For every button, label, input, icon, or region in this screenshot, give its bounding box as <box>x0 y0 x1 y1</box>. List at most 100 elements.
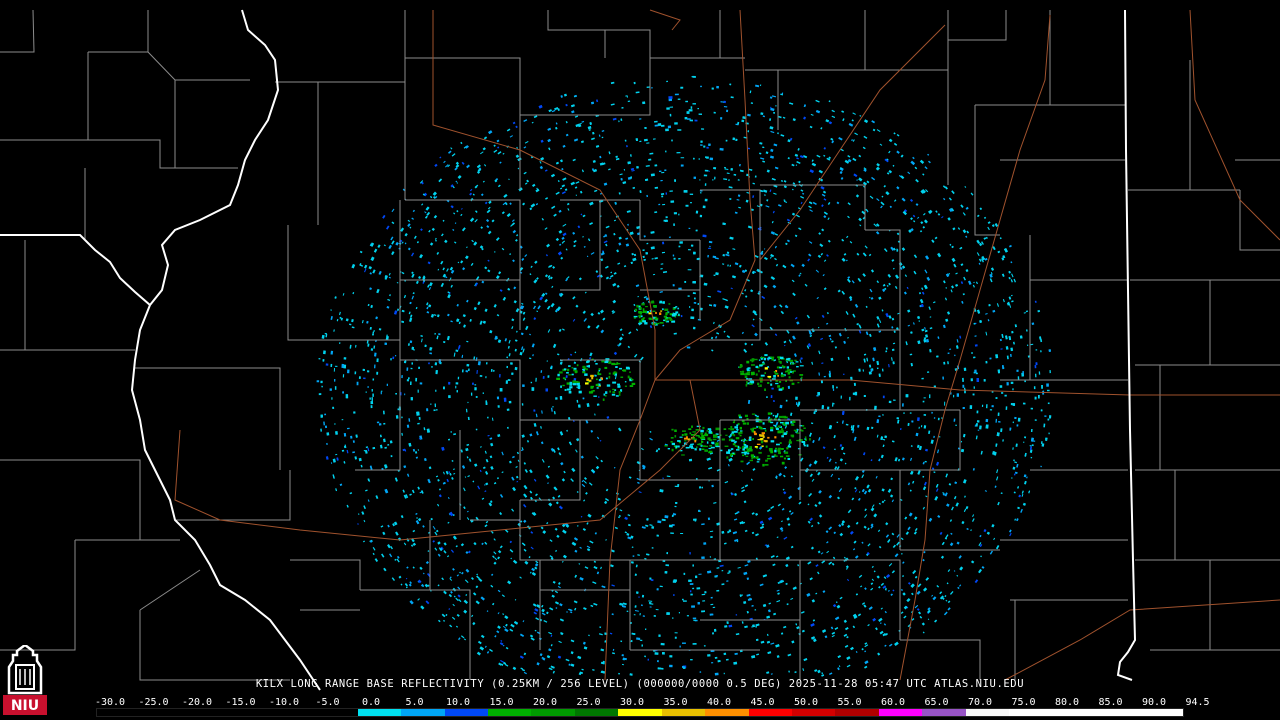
echo-pixel <box>510 362 513 365</box>
echo-pixel-strong <box>659 312 662 315</box>
echo-pixel <box>989 357 992 360</box>
echo-pixel-strong <box>742 448 745 451</box>
echo-pixel <box>690 106 693 109</box>
echo-pixel <box>833 403 835 405</box>
echo-pixel <box>692 643 697 645</box>
echo-pixel <box>380 391 382 395</box>
echo-pixel-strong <box>789 359 794 363</box>
echo-pixel <box>701 610 705 613</box>
echo-pixel-strong <box>747 367 751 369</box>
echo-pixel <box>693 251 696 255</box>
echo-pixel-strong <box>598 368 601 370</box>
echo-pixel <box>871 426 874 430</box>
echo-pixel-strong <box>608 372 611 375</box>
echo-pixel-strong <box>779 366 783 369</box>
echo-pixel <box>712 179 714 181</box>
echo-pixel <box>985 360 988 364</box>
echo-pixel-strong <box>761 363 765 365</box>
echo-pixel-strong <box>715 445 720 448</box>
echo-pixel <box>686 615 689 617</box>
echo-pixel-strong <box>696 446 698 449</box>
echo-pixel <box>680 315 683 318</box>
echo-pixel-strong <box>586 365 589 368</box>
echo-pixel-strong <box>564 389 567 391</box>
echo-pixel <box>692 75 696 78</box>
echo-pixel-strong <box>785 370 789 373</box>
echo-pixel <box>370 405 373 409</box>
echo-pixel-strong <box>622 369 626 372</box>
echo-pixel <box>680 532 684 534</box>
echo-pixel <box>384 342 388 345</box>
echo-pixel <box>997 412 1000 416</box>
echo-pixel <box>1012 403 1016 406</box>
echo-pixel <box>726 109 729 113</box>
legend-tick: -25.0 <box>138 697 169 708</box>
echo-pixel-strong <box>620 376 624 378</box>
echo-pixel <box>669 655 673 658</box>
echo-pixel-strong <box>608 375 611 379</box>
echo-pixel <box>569 381 573 386</box>
colorbar-bin <box>661 709 706 716</box>
echo-pixel-strong <box>566 388 571 391</box>
echo-pixel-strong <box>590 374 594 378</box>
echo-pixel-strong <box>624 385 627 387</box>
echo-pixel-strong <box>740 460 744 463</box>
echo-pixel <box>370 401 374 405</box>
echo-pixel <box>371 397 373 401</box>
echo-pixel <box>695 210 699 214</box>
echo-pixel-strong <box>671 442 675 446</box>
echo-pixel-strong <box>612 388 615 391</box>
echo-pixel <box>645 628 647 630</box>
echo-pixel <box>933 417 936 419</box>
echo-pixel-strong <box>755 417 759 419</box>
echo-pixel <box>376 371 379 375</box>
echo-pixel <box>345 394 349 399</box>
echo-pixel-strong <box>749 459 753 462</box>
echo-pixel-strong <box>721 438 725 441</box>
echo-pixel-strong <box>775 415 778 418</box>
echo-pixel-strong <box>791 423 795 426</box>
echo-pixel <box>1001 392 1004 394</box>
echo-pixel <box>729 83 732 86</box>
echo-pixel <box>521 403 524 406</box>
echo-pixel <box>474 387 477 391</box>
echo-pixel-strong <box>595 383 599 387</box>
echo-pixel-strong <box>701 448 705 450</box>
echo-pixel <box>660 124 665 127</box>
echo-pixel <box>682 642 686 644</box>
echo-pixel-strong <box>612 391 616 394</box>
echo-pixel <box>779 404 783 409</box>
echo-pixel-strong <box>714 434 718 438</box>
echo-pixel-strong <box>712 438 717 441</box>
echo-pixel-strong <box>732 452 735 454</box>
echo-pixel-strong <box>560 385 562 388</box>
echo-pixel-strong <box>774 436 777 439</box>
colorbar-bin <box>314 709 358 716</box>
echo-pixel-strong <box>739 431 743 434</box>
echo-pixel-strong <box>760 380 763 383</box>
echo-pixel <box>711 662 714 664</box>
echo-pixel <box>669 113 672 117</box>
colorbar-bin <box>705 709 749 716</box>
echo-pixel <box>372 393 374 397</box>
echo-pixel <box>1034 419 1037 421</box>
echo-pixel <box>689 583 694 585</box>
echo-pixel <box>1031 444 1034 447</box>
echo-pixel-strong <box>638 315 641 317</box>
echo-pixel <box>448 381 451 385</box>
echo-pixel-strong <box>730 426 733 429</box>
echo-pixel <box>522 384 525 387</box>
echo-pixel <box>708 170 710 172</box>
echo-pixel-strong <box>777 374 779 377</box>
echo-pixel-strong <box>678 313 680 316</box>
echo-pixel-strong <box>596 387 599 389</box>
echo-pixel <box>985 404 988 409</box>
echo-pixel-strong <box>739 371 742 373</box>
echo-pixel <box>514 366 518 371</box>
echo-pixel <box>944 401 946 406</box>
echo-pixel <box>923 397 926 399</box>
reflectivity-colorbar <box>96 708 1184 717</box>
legend-tick: 50.0 <box>793 697 819 708</box>
echo-pixel <box>330 363 333 368</box>
echo-pixel <box>673 223 675 226</box>
